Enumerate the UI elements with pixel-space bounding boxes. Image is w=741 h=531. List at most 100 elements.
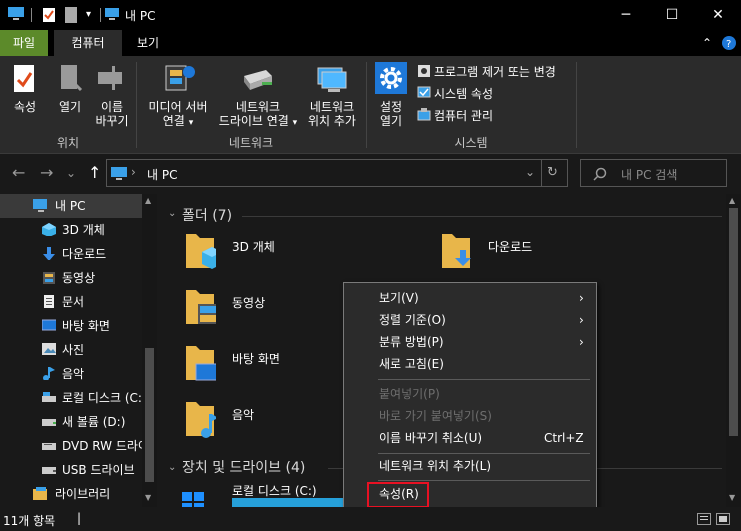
nav-item-this-pc[interactable]: 내 PC — [0, 194, 142, 218]
maximize-button[interactable]: ☐ — [649, 0, 695, 30]
nav-item-desktop[interactable]: 바탕 화면 — [0, 314, 142, 338]
nav-item-label: 라이브러리 — [55, 487, 111, 501]
menu-item-paste: 붙여넣기(P) — [345, 383, 595, 405]
system-properties-button[interactable]: 시스템 속성 — [414, 84, 574, 102]
nav-item-3d-objects[interactable]: 3D 개체 — [0, 218, 142, 242]
open-settings-button[interactable]: 설정 열기 — [372, 60, 410, 130]
menu-item-view[interactable]: 보기(V) › — [345, 287, 595, 309]
search-box[interactable]: 내 PC 검색 — [580, 159, 727, 187]
search-input[interactable]: 내 PC 검색 — [621, 166, 677, 183]
properties-qat-icon[interactable] — [42, 7, 56, 23]
navigation-bar: ← → ⌄ ↑ › 내 PC ⌄ ↻ 내 PC 검색 — [0, 155, 741, 191]
scroll-down-icon[interactable]: ▼ — [145, 493, 151, 502]
refresh-button[interactable]: ↻ — [547, 165, 558, 180]
nav-item-volume-d[interactable]: 새 볼륨 (D:) — [0, 410, 142, 434]
content-scrollbar[interactable]: ▲ ▼ — [726, 194, 741, 507]
collapse-devices-icon[interactable]: ⌄ — [168, 462, 176, 473]
folder-music-icon — [186, 402, 216, 438]
uninstall-program-button[interactable]: 프로그램 제거 또는 변경 — [414, 62, 574, 80]
nav-item-downloads[interactable]: 다운로드 — [0, 242, 142, 266]
tab-file[interactable]: 파일 — [0, 30, 48, 56]
computer-management-icon — [417, 108, 431, 121]
back-button[interactable]: ← — [12, 163, 25, 182]
map-drive-label: 네트워크 드라이브 연결 ▾ — [214, 100, 302, 130]
media-server-line2-text: 연결 — [162, 114, 185, 128]
new-folder-qat-icon[interactable] — [65, 7, 77, 23]
rename-button[interactable]: 이름 바꾸기 — [92, 60, 132, 130]
computer-management-label: 컴퓨터 관리 — [434, 109, 494, 123]
minimize-button[interactable]: ─ — [603, 0, 649, 30]
help-icon[interactable]: ? — [722, 36, 736, 50]
nav-item-label: 바탕 화면 — [62, 319, 110, 333]
menu-item-properties[interactable]: 속성(R) — [345, 482, 595, 508]
nav-item-label: 로컬 디스크 (C:) — [62, 391, 142, 405]
address-dropdown-button[interactable]: ⌄ — [525, 165, 535, 179]
drive-label: 로컬 디스크 (C:) — [232, 484, 317, 498]
window-title: 내 PC — [125, 9, 156, 23]
nav-item-libraries[interactable]: 라이브러리 — [0, 482, 142, 506]
breadcrumb[interactable]: 내 PC — [147, 166, 177, 183]
gear-icon — [375, 62, 407, 94]
menu-item-group-by[interactable]: 분류 방법(P) › — [345, 331, 595, 353]
divider — [541, 160, 542, 186]
collapse-folders-icon[interactable]: ⌄ — [168, 208, 176, 219]
ribbon-tabs: 파일 컴퓨터 보기 ⌃ ? — [0, 30, 741, 56]
recent-locations-button[interactable]: ⌄ — [66, 166, 76, 180]
folder-item[interactable]: 다운로드 — [440, 232, 640, 276]
nav-item-label: 문서 — [62, 295, 85, 309]
properties-button[interactable]: 속성 — [4, 60, 46, 130]
chevron-right-icon: › — [579, 313, 584, 327]
tab-view[interactable]: 보기 — [124, 30, 172, 56]
nav-item-pictures[interactable]: 사진 — [0, 338, 142, 362]
menu-item-undo-rename[interactable]: 이름 바꾸기 취소(U) Ctrl+Z — [345, 427, 595, 449]
menu-separator — [378, 480, 590, 481]
scrollbar-thumb[interactable] — [729, 208, 738, 436]
open-label: 열기 — [58, 100, 82, 114]
computer-management-button[interactable]: 컴퓨터 관리 — [414, 106, 574, 124]
open-icon — [61, 65, 83, 92]
item-count: 11개 항목 — [3, 514, 56, 528]
scroll-down-icon[interactable]: ▼ — [729, 493, 735, 502]
scroll-up-icon[interactable]: ▲ — [145, 196, 151, 205]
nav-pane-scrollbar[interactable]: ▲ ▼ — [142, 194, 157, 507]
menu-item-sort-by[interactable]: 정렬 기준(O) › — [345, 309, 595, 331]
system-group-label: 시스템 — [454, 136, 488, 150]
menu-item-add-network-location[interactable]: 네트워크 위치 추가(L) — [345, 455, 595, 477]
scrollbar-thumb[interactable] — [145, 348, 154, 482]
menu-item-shortcut: Ctrl+Z — [544, 431, 584, 445]
folder-downloads-icon — [442, 234, 471, 268]
map-drive-label-line1: 네트워크 — [235, 100, 281, 114]
nav-item-dvd-drive[interactable]: DVD RW 드라이브 — [0, 434, 142, 458]
windows-drive-icon — [182, 492, 204, 507]
details-view-button[interactable] — [697, 513, 711, 525]
folders-group-header[interactable]: 폴더 (7) — [182, 205, 232, 225]
forward-button[interactable]: → — [40, 163, 53, 182]
qat-dropdown-icon[interactable]: ▾ — [86, 9, 91, 20]
folder-item[interactable]: 3D 개체 — [184, 232, 384, 276]
add-network-location-button[interactable]: 네트워크 위치 추가 — [302, 60, 362, 130]
close-button[interactable]: ✕ — [695, 0, 741, 30]
music-icon — [43, 367, 55, 380]
large-icons-view-button[interactable] — [716, 513, 730, 525]
menu-item-refresh[interactable]: 새로 고침(E) — [345, 353, 595, 375]
breadcrumb-separator[interactable]: › — [131, 165, 136, 179]
folder-desktop-icon — [186, 346, 216, 381]
nav-item-videos[interactable]: 동영상 — [0, 266, 142, 290]
tab-computer[interactable]: 컴퓨터 — [54, 30, 122, 56]
map-network-drive-button[interactable]: 네트워크 드라이브 연결 ▾ — [214, 60, 302, 130]
nav-item-music[interactable]: 음악 — [0, 362, 142, 386]
up-button[interactable]: ↑ — [88, 163, 101, 182]
nav-item-label: 3D 개체 — [62, 223, 105, 237]
nav-item-label: 사진 — [62, 343, 85, 357]
nav-item-documents[interactable]: 문서 — [0, 290, 142, 314]
menu-item-label: 이름 바꾸기 취소(U) — [379, 431, 483, 445]
nav-item-local-disk-c[interactable]: 로컬 디스크 (C:) — [0, 386, 142, 410]
address-bar[interactable]: › 내 PC ⌄ ↻ — [106, 159, 568, 187]
open-button[interactable]: 열기 — [50, 60, 90, 130]
media-server-button[interactable]: 미디어 서버 연결 ▾ — [142, 60, 214, 130]
nav-item-usb-drive[interactable]: USB 드라이브 — [0, 458, 142, 482]
ribbon-collapse-icon[interactable]: ⌃ — [702, 36, 712, 50]
scroll-up-icon[interactable]: ▲ — [729, 196, 735, 205]
pc-icon — [8, 7, 24, 20]
devices-group-header[interactable]: 장치 및 드라이브 (4) — [182, 457, 305, 477]
